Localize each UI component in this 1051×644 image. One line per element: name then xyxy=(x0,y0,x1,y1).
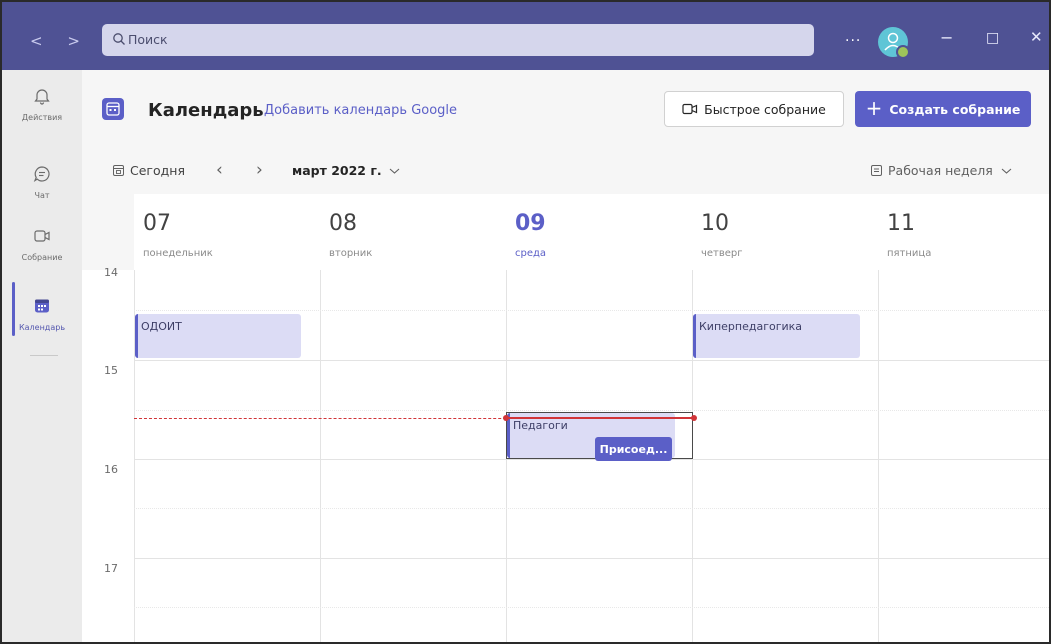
chevron-down-icon xyxy=(1001,168,1012,174)
day-number: 10 xyxy=(701,211,729,236)
event-card[interactable]: ОДОИТ xyxy=(135,314,301,358)
day-name: вторник xyxy=(329,248,373,259)
teams-window: < > Поиск ··· − □ ✕ Действия Чат Собрани… xyxy=(0,0,1051,644)
column-divider xyxy=(878,270,879,642)
half-hour-line xyxy=(134,310,1049,311)
current-time-dot xyxy=(503,415,509,421)
status-badge xyxy=(896,45,910,59)
search-icon xyxy=(113,33,125,45)
day-name: среда xyxy=(515,248,547,259)
search-box[interactable]: Поиск xyxy=(102,24,814,56)
event-title: ОДОИТ xyxy=(141,320,182,333)
calendar-toolbar: Сегодня ‹ › март 2022 г. Рабочая неделя xyxy=(82,160,1049,184)
rail-item-label: Чат xyxy=(34,191,50,200)
calendar-icon xyxy=(35,299,49,313)
app-rail: Действия Чат Собрание Календарь xyxy=(2,70,83,642)
half-hour-line xyxy=(134,508,1049,509)
day-header[interactable]: 11 пятница xyxy=(878,194,1049,270)
rail-item-chat[interactable]: Чат xyxy=(2,164,82,200)
today-button[interactable]: Сегодня xyxy=(112,163,185,178)
close-button[interactable]: ✕ xyxy=(1030,28,1043,46)
hour-label: 15 xyxy=(104,364,118,377)
maximize-button[interactable]: □ xyxy=(986,30,999,46)
plus-icon: + xyxy=(865,96,883,120)
rail-item-label: Календарь xyxy=(18,323,66,332)
rail-item-label: Собрание xyxy=(21,253,63,262)
hour-label: 16 xyxy=(104,463,118,476)
month-picker[interactable]: март 2022 г. xyxy=(292,163,400,178)
hour-label: 14 xyxy=(104,266,118,279)
quick-meeting-label: Быстрое собрание xyxy=(704,101,826,117)
prev-week-button[interactable]: ‹ xyxy=(216,160,223,180)
calendar-today-icon xyxy=(113,165,124,176)
view-label: Рабочая неделя xyxy=(888,163,993,178)
day-name: пятница xyxy=(887,248,932,259)
history-nav[interactable]: < > xyxy=(30,32,90,50)
title-bar: < > Поиск ··· − □ ✕ xyxy=(2,2,1049,70)
day-number: 08 xyxy=(329,211,357,236)
today-label: Сегодня xyxy=(130,163,185,178)
calendar-app-icon xyxy=(102,98,124,120)
view-switcher[interactable]: Рабочая неделя xyxy=(870,163,1012,178)
more-options-button[interactable]: ··· xyxy=(845,33,861,49)
day-name: понедельник xyxy=(143,248,213,259)
avatar[interactable] xyxy=(878,27,910,59)
column-divider xyxy=(320,270,321,642)
hour-line xyxy=(134,558,1049,559)
minimize-button[interactable]: − xyxy=(940,28,953,47)
day-number: 09 xyxy=(515,211,546,236)
quick-meeting-button[interactable]: Быстрое собрание xyxy=(664,91,844,127)
create-meeting-button[interactable]: + Создать собрание xyxy=(855,91,1031,127)
half-hour-line xyxy=(134,410,1049,411)
hour-line xyxy=(134,459,1049,460)
day-header[interactable]: 10 четверг xyxy=(692,194,878,270)
rail-item-activity[interactable]: Действия xyxy=(2,86,82,122)
day-header[interactable]: 08 вторник xyxy=(320,194,506,270)
current-time-dot xyxy=(691,415,697,421)
rail-item-meetings[interactable]: Собрание xyxy=(2,226,82,262)
hour-label: 17 xyxy=(104,562,118,575)
half-hour-line xyxy=(134,607,1049,608)
calendar-glyph-icon xyxy=(106,102,120,116)
day-name: четверг xyxy=(701,248,743,259)
current-time-line-today xyxy=(506,417,694,419)
create-meeting-label: Создать собрание xyxy=(889,101,1021,117)
month-label: март 2022 г. xyxy=(292,163,382,178)
chevron-down-icon xyxy=(389,168,400,174)
calendar-grid: 14 15 16 17 ОДОИТ Киперпедагогика Педаго… xyxy=(82,266,1049,642)
hour-line xyxy=(134,360,1049,361)
next-week-button[interactable]: › xyxy=(256,160,263,180)
day-number: 11 xyxy=(887,211,915,236)
day-header-row: 07 понедельник 08 вторник 09 среда 10 че… xyxy=(134,194,1049,270)
video-icon xyxy=(682,103,698,115)
chat-icon xyxy=(33,166,50,183)
day-number: 07 xyxy=(143,211,171,236)
video-icon xyxy=(34,230,50,242)
join-meeting-button[interactable]: Присоед... xyxy=(595,437,672,461)
view-icon xyxy=(871,165,882,176)
day-header[interactable]: 07 понедельник xyxy=(134,194,320,270)
page-title: Календарь xyxy=(148,100,264,121)
search-placeholder: Поиск xyxy=(128,32,168,47)
day-header-today[interactable]: 09 среда xyxy=(506,194,692,270)
bell-icon xyxy=(34,89,50,105)
add-google-calendar-link[interactable]: Добавить календарь Google xyxy=(264,103,457,118)
rail-item-label: Действия xyxy=(21,113,63,122)
rail-divider xyxy=(30,355,58,356)
rail-item-calendar[interactable]: Календарь xyxy=(2,296,82,332)
event-card[interactable]: Киперпедагогика xyxy=(693,314,860,358)
event-title: Киперпедагогика xyxy=(699,320,803,333)
